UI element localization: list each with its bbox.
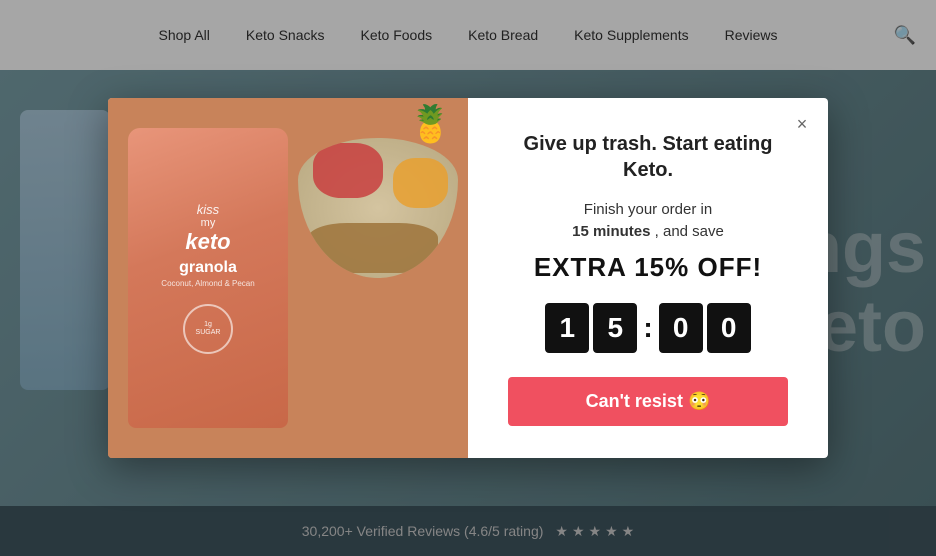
fruit-bowl — [298, 138, 458, 278]
modal-subtext-bold: 15 minutes — [572, 223, 650, 240]
modal-subtext: Finish your order in 15 minutes , and sa… — [572, 199, 724, 244]
bag-kiss-text: kiss — [197, 202, 219, 217]
timer-digit-3: 0 — [659, 303, 703, 353]
modal-right-content: × Give up trash. Start eating Keto. Fini… — [468, 98, 828, 458]
fruit-brown — [308, 223, 438, 273]
bag-seal-subtext: SUGAR — [196, 329, 221, 337]
timer-digit-4: 0 — [707, 303, 751, 353]
timer-digit-1: 1 — [545, 303, 589, 353]
bag-subtitle-text: Coconut, Almond & Pecan — [161, 279, 254, 288]
bag-my-text: my — [201, 217, 216, 229]
modal-headline: Give up trash. Start eating Keto. — [508, 131, 788, 183]
timer-digit-2: 5 — [593, 303, 637, 353]
bag-keto-text: keto — [185, 229, 230, 255]
modal-offer-text: EXTRA 15% OFF! — [534, 252, 762, 283]
fruit-red — [313, 143, 383, 198]
bag-seal-text: 1g — [204, 321, 212, 329]
fruit-orange — [393, 158, 448, 208]
countdown-timer: 1 5 : 0 0 — [545, 303, 750, 353]
cta-button[interactable]: Can't resist 😳 — [508, 377, 788, 426]
keto-bag: kiss my keto granola Coconut, Almond & P… — [128, 128, 288, 428]
star-fruit-icon: 🍍 — [408, 103, 453, 145]
modal-product-image: kiss my keto granola Coconut, Almond & P… — [108, 98, 468, 458]
bag-seal: 1g SUGAR — [183, 304, 233, 354]
modal-subtext-part2: , and save — [655, 223, 724, 240]
timer-colon: : — [643, 312, 652, 344]
modal-subtext-part1: Finish your order in — [584, 201, 712, 218]
popup-modal: kiss my keto granola Coconut, Almond & P… — [108, 98, 828, 458]
modal-close-button[interactable]: × — [790, 112, 814, 136]
bag-granola-text: granola — [179, 259, 237, 277]
